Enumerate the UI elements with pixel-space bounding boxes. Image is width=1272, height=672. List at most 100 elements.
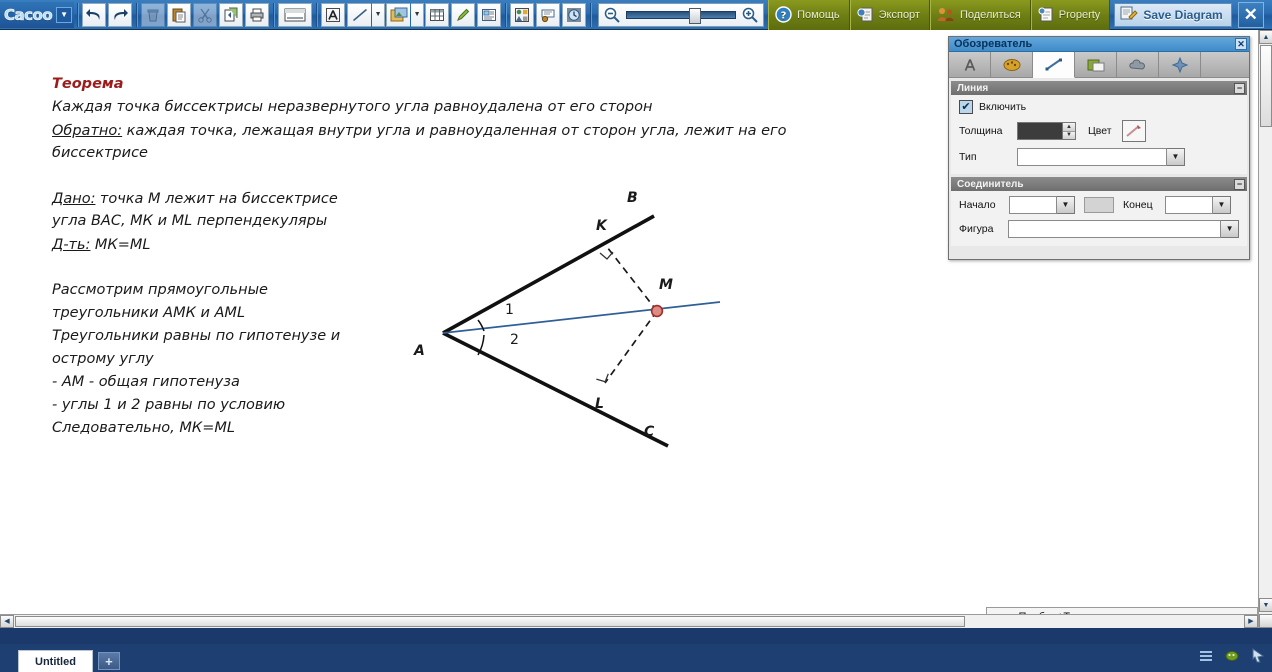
horizontal-scroll-thumb[interactable] [15, 616, 965, 627]
text-button[interactable] [321, 2, 346, 27]
scroll-down-button[interactable]: ▼ [1259, 598, 1272, 612]
line-section-header[interactable]: Линия − [951, 81, 1247, 95]
copy-button[interactable] [219, 2, 244, 27]
scroll-right-button[interactable]: ▶ [1244, 615, 1258, 628]
panel-tab-shape[interactable] [1117, 52, 1159, 78]
chevron-down-icon[interactable]: ▼ [1221, 220, 1239, 238]
scroll-up-button[interactable]: ▲ [1259, 30, 1272, 44]
close-icon[interactable]: ✕ [1237, 1, 1264, 28]
line-enable-row[interactable]: ✔ Включить [959, 100, 1239, 114]
revision-button[interactable] [562, 2, 587, 27]
connector-start-field[interactable] [1009, 196, 1057, 214]
image-button[interactable] [386, 2, 411, 27]
table-button[interactable] [425, 2, 450, 27]
panel-tab-line[interactable] [1033, 52, 1075, 78]
label-angle-1: 1 [505, 302, 514, 318]
divider [316, 2, 318, 27]
app-logo-text: Cacoo [4, 5, 53, 24]
line-button[interactable] [347, 2, 372, 27]
vertical-scroll-thumb[interactable] [1260, 45, 1272, 127]
save-diagram-button[interactable]: Save Diagram [1114, 2, 1232, 27]
zoom-control[interactable] [598, 2, 765, 27]
connector-section-header[interactable]: Соединитель − [951, 177, 1247, 191]
converse-text: каждая точка, лежащая внутри угла и равн… [126, 123, 787, 139]
vertical-scrollbar[interactable]: ▲ ▼ [1258, 30, 1272, 628]
cut-button[interactable] [193, 2, 218, 27]
horizontal-scrollbar[interactable]: ◀ ▶ [0, 614, 1258, 628]
connector-preview [1084, 197, 1114, 213]
ray-ab[interactable] [442, 214, 655, 335]
connector-end-field[interactable] [1165, 196, 1213, 214]
panel-tab-image[interactable] [1075, 52, 1117, 78]
stencil-button[interactable] [510, 2, 535, 27]
panel-tab-strip [949, 52, 1249, 78]
thickness-stepper[interactable]: ▲ ▼ [1063, 122, 1076, 140]
stepper-up[interactable]: ▲ [1063, 123, 1075, 132]
pencil-button[interactable] [451, 2, 476, 27]
minus-icon[interactable]: − [1234, 178, 1245, 190]
line-type-field[interactable] [1017, 148, 1167, 166]
magnifier-plus-icon[interactable] [741, 6, 759, 24]
given-label: Дано: [52, 191, 96, 207]
add-tab-button[interactable]: + [97, 652, 120, 670]
line-type-row: Тип ▼ [959, 148, 1239, 166]
chevron-down-icon[interactable]: ▼ [372, 2, 386, 27]
thickness-preview[interactable] [1017, 122, 1063, 140]
stepper-down[interactable]: ▼ [1063, 131, 1075, 139]
document-tab-label: Untitled [35, 655, 76, 668]
zoom-slider-track[interactable] [626, 7, 737, 24]
undo-button[interactable] [82, 2, 107, 27]
export-button[interactable]: Экспорт [849, 0, 930, 30]
green-badge-icon[interactable] [1223, 649, 1241, 668]
note-button[interactable] [477, 2, 502, 27]
document-tab-untitled[interactable]: Untitled [18, 650, 93, 672]
angle-bisector-figure[interactable] [400, 180, 740, 450]
scroll-left-button[interactable]: ◀ [0, 615, 14, 628]
line-section-title: Линия [957, 82, 989, 94]
bisector-ray[interactable] [442, 301, 721, 334]
hamburger-lines-icon[interactable] [1198, 649, 1214, 668]
line-color-icon[interactable] [1122, 120, 1146, 142]
chevron-down-icon[interactable]: ▼ [1057, 196, 1075, 214]
panel-tab-effect[interactable] [1159, 52, 1201, 78]
app-logo-button[interactable]: Cacoo ▼ [0, 1, 75, 28]
chevron-down-icon[interactable]: ▼ [1167, 148, 1185, 166]
proof-line-4: острому углу [52, 351, 154, 367]
export-label: Экспорт [878, 8, 920, 21]
help-button[interactable]: ? Помощь [768, 0, 850, 30]
share-button[interactable]: Поделиться [929, 0, 1031, 30]
redo-button[interactable] [108, 2, 133, 27]
delete-button[interactable] [141, 2, 166, 27]
checkbox-enable-line[interactable]: ✔ [959, 100, 973, 114]
segment-ml[interactable] [604, 310, 658, 384]
property-button[interactable]: Property [1030, 0, 1111, 30]
save-pencil-icon [1120, 5, 1139, 24]
connector-shape-field[interactable] [1008, 220, 1222, 238]
arrow-cursor-icon[interactable] [1250, 648, 1266, 668]
panel-title-bar[interactable]: Обозреватель ✕ [949, 37, 1249, 52]
ray-ac[interactable] [442, 331, 669, 448]
line-thickness-row: Толщина ▲ ▼ Цвет [959, 120, 1239, 142]
chevron-down-icon[interactable]: ▼ [56, 6, 73, 23]
chevron-down-icon[interactable]: ▼ [1213, 196, 1231, 214]
scroll-corner[interactable] [1259, 614, 1272, 628]
connector-ends-row: Начало ▼ Конец ▼ [959, 196, 1239, 214]
chevron-down-icon[interactable]: ▼ [411, 2, 425, 27]
panel-tab-text[interactable] [949, 52, 991, 78]
magnifier-minus-icon[interactable] [603, 6, 621, 24]
connector-section-title: Соединитель [957, 178, 1024, 190]
label-b: B [627, 190, 638, 206]
background-button[interactable] [278, 2, 313, 27]
point-m-handle[interactable] [650, 304, 664, 318]
segment-mk[interactable] [606, 246, 658, 312]
panel-tab-fill[interactable] [991, 52, 1033, 78]
minus-icon[interactable]: − [1234, 82, 1245, 94]
close-icon[interactable]: ✕ [1235, 38, 1247, 50]
print-button[interactable] [245, 2, 270, 27]
zoom-slider-thumb[interactable] [689, 7, 702, 24]
given-line-2: угла ВАС, МК и ML перпендекуляры [52, 213, 328, 229]
divider [590, 2, 592, 27]
comment-button[interactable] [536, 2, 561, 27]
bottom-tab-bar: Untitled + [0, 644, 1272, 672]
paste-button[interactable] [167, 2, 192, 27]
